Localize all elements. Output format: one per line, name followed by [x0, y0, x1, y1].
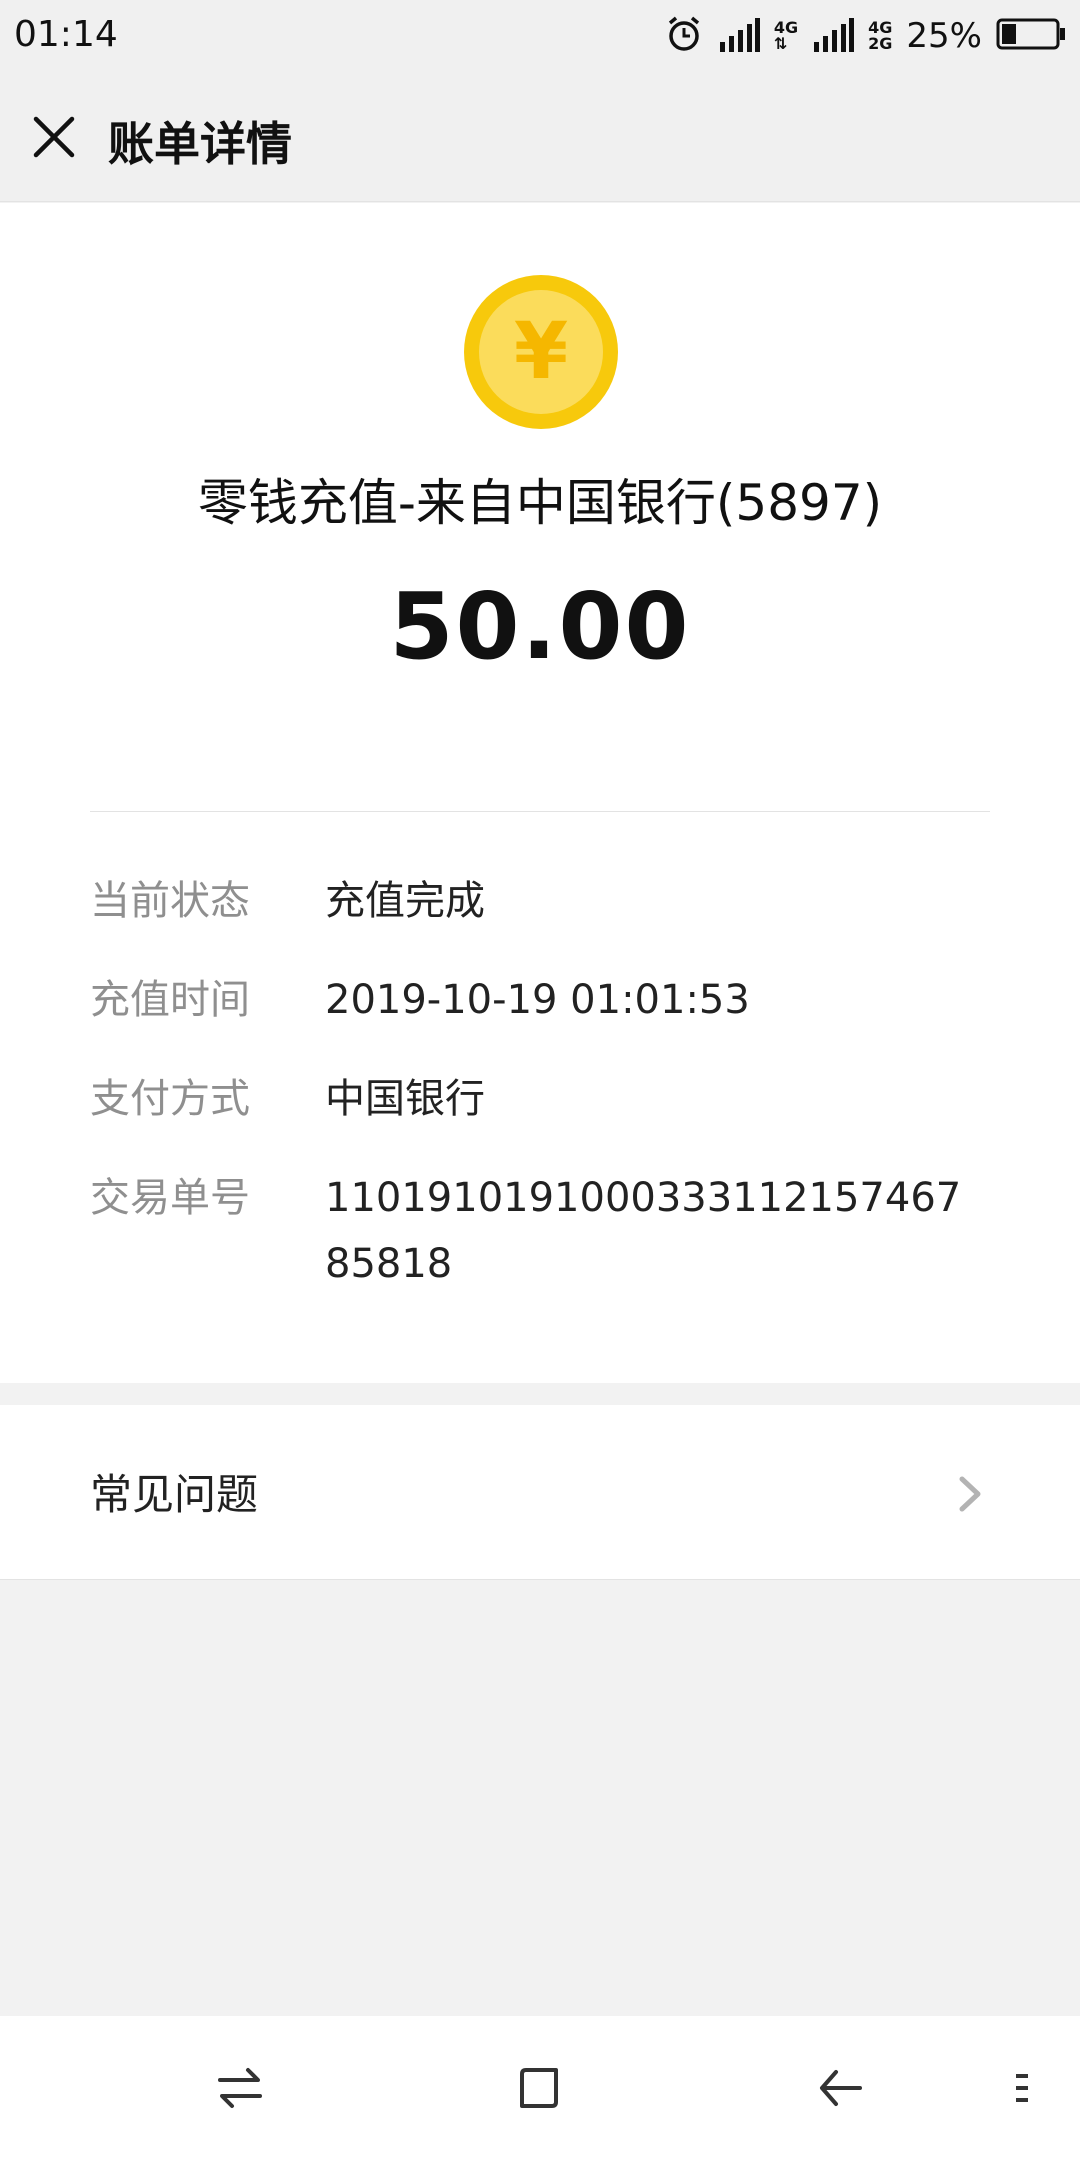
page-title: 账单详情 — [108, 117, 292, 171]
faq-label: 常见问题 — [90, 1470, 259, 1519]
detail-label: 当前状态 — [90, 878, 250, 924]
menu-icon — [1016, 2074, 1028, 2102]
close-button[interactable] — [22, 105, 86, 169]
battery-percent: 25% — [906, 16, 982, 56]
coin-symbol: ¥ — [479, 290, 603, 414]
transaction-amount: 50.00 — [389, 573, 691, 680]
transaction-card: ¥ 零钱充值-来自中国银行(5897) 50.00 当前状态 充值完成 充值时间… — [0, 203, 1080, 1383]
detail-label: 交易单号 — [90, 1175, 250, 1221]
faq-row[interactable]: 常见问题 — [0, 1405, 1080, 1580]
detail-label: 充值时间 — [90, 977, 250, 1023]
alarm-icon — [664, 14, 704, 58]
data-arrows-icon: ⇅ — [773, 34, 788, 53]
yuan-coin-icon: ¥ — [464, 275, 618, 429]
status-bar: 01:14 4G ⇅ 4G 2G 25% — [0, 0, 1080, 72]
chevron-right-icon — [959, 1476, 981, 1512]
home-square-icon — [520, 2068, 558, 2108]
back-icon — [820, 2070, 862, 2106]
detail-value: 充值完成 — [325, 878, 485, 924]
detail-row-status: 当前状态 充值完成 — [90, 875, 1000, 934]
detail-value: 中国银行 — [325, 1076, 485, 1122]
close-icon — [33, 116, 75, 158]
switch-app-button[interactable] — [208, 2056, 272, 2120]
merchant-name: 零钱充值-来自中国银行(5897) — [197, 474, 883, 532]
detail-row-payment-method: 支付方式 中国银行 — [90, 1073, 1000, 1132]
network-type-2: 4G 2G — [868, 20, 892, 52]
signal-icon — [718, 16, 760, 56]
status-icons: 4G ⇅ 4G 2G 25% — [664, 12, 1066, 60]
detail-row-transaction-id: 交易单号 110191019100033311215746785818 — [90, 1172, 1000, 1297]
network-type-1: 4G ⇅ — [774, 20, 798, 52]
transaction-id[interactable]: 110191019100033311215746785818 — [325, 1165, 985, 1297]
detail-label: 支付方式 — [90, 1076, 250, 1122]
title-bar: 账单详情 — [0, 72, 1080, 202]
home-button[interactable] — [508, 2056, 572, 2120]
details-list: 当前状态 充值完成 充值时间 2019-10-19 01:01:53 支付方式 … — [90, 875, 1000, 1337]
network-label: 2G — [868, 34, 893, 53]
status-time: 01:14 — [14, 14, 118, 55]
detail-value: 2019-10-19 01:01:53 — [325, 977, 750, 1023]
detail-row-time: 充值时间 2019-10-19 01:01:53 — [90, 974, 1000, 1033]
switch-icon — [218, 2068, 262, 2108]
system-nav-bar — [0, 2016, 1080, 2160]
signal-icon — [812, 16, 855, 56]
back-button[interactable] — [808, 2056, 872, 2120]
battery-icon — [996, 17, 1066, 55]
menu-button[interactable] — [990, 2056, 1054, 2120]
divider — [90, 811, 990, 812]
